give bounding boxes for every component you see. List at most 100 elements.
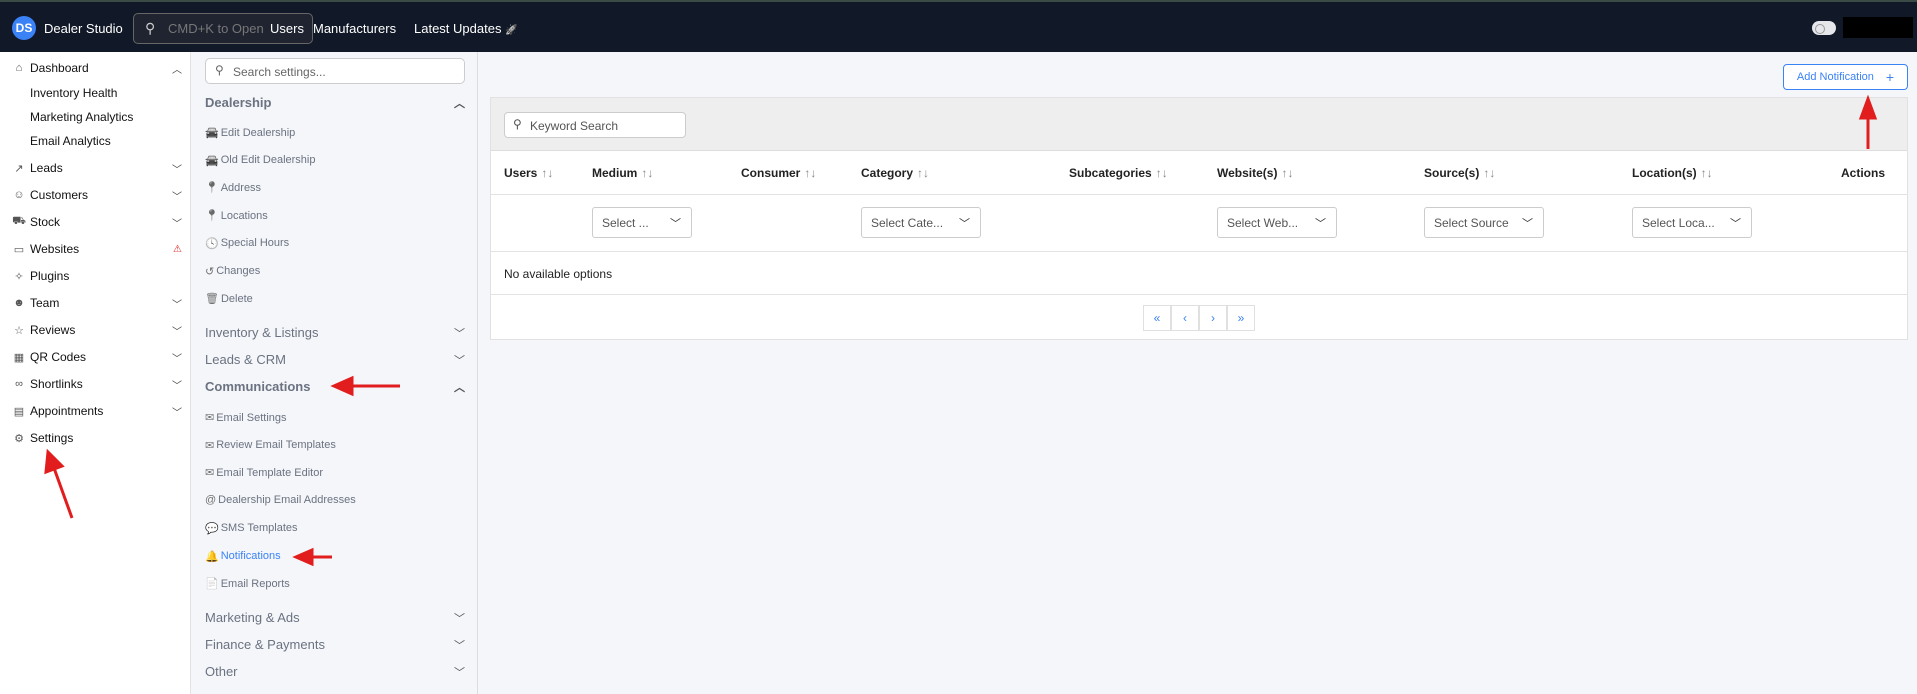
sidebar-item-leads[interactable]: ↗ Leads ﹀ [12, 161, 182, 176]
settings-item-edit-dealership[interactable]: 🚘 Edit Dealership [205, 126, 295, 140]
medium-filter-select[interactable]: Select ... ﹀ [592, 207, 692, 238]
next-page-button[interactable]: › [1199, 305, 1227, 331]
sidebar-item-stock[interactable]: ⛟ Stock ﹀ [12, 215, 182, 230]
sort-icon: ↑↓ [641, 166, 654, 180]
rocket-icon: 🚀 [505, 25, 518, 36]
chevron-up-icon: ︿ [454, 98, 465, 110]
settings-item-address[interactable]: 📍 Address [205, 181, 261, 195]
plugins-icon: ✧ [14, 270, 24, 283]
chevron-down-icon: ﹀ [172, 353, 182, 365]
sidebar-item-label: QR Codes [30, 350, 87, 364]
nav-latest-updates[interactable]: Latest Updates 🚀 [414, 21, 518, 36]
add-notification-button[interactable]: Add Notification + [1783, 64, 1908, 90]
sidebar-item-marketing-analytics[interactable]: Marketing Analytics [30, 110, 200, 124]
settings-item-delete[interactable]: 🗑 Delete [205, 292, 253, 306]
sidebar-item-settings[interactable]: ⚙ Settings [12, 431, 182, 445]
section-title: Communications [205, 379, 311, 394]
section-marketing-ads[interactable]: Marketing & Ads ﹀ [205, 610, 465, 625]
nav-manufacturers[interactable]: Manufacturers [313, 21, 396, 36]
category-filter-select[interactable]: Select Cate... ﹀ [861, 207, 981, 238]
column-label: Users [504, 166, 538, 180]
settings-item-old-edit-dealership[interactable]: 🚘 Old Edit Dealership [205, 154, 315, 167]
location-filter-select[interactable]: Select Loca... ﹀ [1632, 207, 1752, 238]
logo[interactable]: DS [12, 16, 36, 40]
sidebar-item-label: Leads [30, 161, 63, 175]
chevron-down-icon: ﹀ [172, 164, 182, 176]
sidebar-item-appointments[interactable]: ▤ Appointments ﹀ [12, 404, 182, 419]
column-label: Medium [592, 166, 638, 180]
settings-item-label: Locations [220, 209, 268, 222]
column-header-subcategories[interactable]: Subcategories ↑↓ [1069, 166, 1168, 180]
sidebar-item-plugins[interactable]: ✧ Plugins [12, 269, 182, 283]
first-page-button[interactable]: « [1143, 305, 1171, 331]
prev-page-button[interactable]: ‹ [1171, 305, 1199, 331]
nav-users[interactable]: Users [270, 21, 304, 36]
last-page-button[interactable]: » [1227, 305, 1255, 331]
column-header-actions[interactable]: Actions [1841, 166, 1885, 180]
chevron-down-icon: ﹀ [454, 328, 465, 340]
settings-item-review-email-templates[interactable]: ✉ Review Email Templates [205, 439, 336, 452]
column-label: Consumer [741, 166, 801, 180]
theme-toggle[interactable] [1812, 21, 1836, 35]
settings-item-locations[interactable]: 📍 Locations [205, 209, 268, 223]
section-finance-payments[interactable]: Finance & Payments ﹀ [205, 637, 465, 652]
sidebar-item-dashboard[interactable]: ⌂ Dashboard ︿ [12, 61, 182, 76]
column-header-website-s[interactable]: Website(s) ↑↓ [1217, 166, 1293, 180]
column-header-users[interactable]: Users ↑↓ [504, 166, 553, 180]
settings-item-dealership-email-addresses[interactable]: @ Dealership Email Addresses [205, 494, 356, 506]
section-inventory-listings[interactable]: Inventory & Listings ﹀ [205, 325, 465, 340]
sidebar-item-reviews[interactable]: ☆ Reviews ﹀ [12, 323, 182, 338]
column-header-source-s[interactable]: Source(s) ↑↓ [1424, 166, 1495, 180]
settings-item-label: Dealership Email Addresses [218, 494, 356, 507]
settings-search-input[interactable]: ⚲ Search settings... [205, 58, 465, 84]
map-pin-icon: 📍 [205, 182, 219, 195]
section-dealership[interactable]: Dealership ︿ [205, 95, 465, 110]
settings-item-email-reports[interactable]: 📄 Email Reports [205, 577, 290, 591]
section-other[interactable]: Other ﹀ [205, 664, 465, 679]
settings-item-label: Review Email Templates [216, 439, 336, 452]
column-label: Actions [1841, 166, 1886, 180]
sidebar-item-team[interactable]: ☻ Team ﹀ [12, 296, 182, 311]
envelope-icon: ✉ [205, 412, 215, 424]
sidebar-item-label: Team [30, 296, 60, 310]
chevron-up-icon: ︿ [172, 64, 182, 76]
sidebar-item-email-analytics[interactable]: Email Analytics [30, 134, 200, 148]
search-icon: ⚲ [145, 20, 156, 36]
column-header-location-s[interactable]: Location(s) ↑↓ [1632, 166, 1713, 180]
settings-item-email-template-editor[interactable]: ✉ Email Template Editor [205, 466, 323, 480]
website-filter-select[interactable]: Select Web... ﹀ [1217, 207, 1337, 238]
qr-codes-icon: ▦ [13, 351, 25, 364]
sidebar-item-label: Marketing Analytics [30, 110, 134, 124]
sort-icon: ↑↓ [541, 166, 554, 180]
section-title: Finance & Payments [205, 637, 325, 652]
add-notification-label: Add Notification [1796, 71, 1874, 83]
sidebar-item-label: Customers [30, 188, 89, 202]
chevron-down-icon: ﹀ [172, 299, 182, 311]
column-header-medium[interactable]: Medium ↑↓ [592, 166, 653, 180]
settings-item-email-settings[interactable]: ✉ Email Settings [205, 411, 287, 425]
keyword-search-input[interactable]: ⚲ Keyword Search [504, 112, 686, 138]
redacted-user [1843, 17, 1913, 38]
chevron-down-icon: ﹀ [454, 667, 465, 679]
settings-item-label: SMS Templates [220, 522, 298, 535]
sidebar-item-qr-codes[interactable]: ▦ QR Codes ﹀ [12, 350, 182, 365]
sidebar-item-shortlinks[interactable]: ∞ Shortlinks ﹀ [12, 377, 182, 392]
section-communications[interactable]: Communications ︿ [205, 379, 465, 394]
sidebar-item-label: Websites [30, 242, 80, 256]
settings-item-label: Delete [220, 292, 253, 305]
section-leads-crm[interactable]: Leads & CRM ﹀ [205, 352, 465, 367]
settings-item-changes[interactable]: ↺ Changes [205, 265, 260, 278]
settings-item-sms-templates[interactable]: 💬 SMS Templates [205, 522, 298, 535]
warning-icon: ⚠ [173, 243, 182, 255]
sidebar-item-customers[interactable]: ☺ Customers ﹀ [12, 188, 182, 203]
chevron-down-icon: ﹀ [959, 218, 970, 230]
sort-icon: ↑↓ [1483, 166, 1496, 180]
sidebar-item-websites[interactable]: ▭ Websites ⚠ [12, 242, 182, 256]
brand-name[interactable]: Dealer Studio [44, 21, 123, 36]
column-header-consumer[interactable]: Consumer ↑↓ [741, 166, 816, 180]
source-filter-select[interactable]: Select Source ﹀ [1424, 207, 1544, 238]
settings-item-notifications[interactable]: 🔔 Notifications [205, 550, 281, 563]
column-header-category[interactable]: Category ↑↓ [861, 166, 929, 180]
sidebar-item-inventory-health[interactable]: Inventory Health [30, 86, 200, 100]
settings-item-special-hours[interactable]: 🕓 Special Hours [205, 237, 289, 250]
